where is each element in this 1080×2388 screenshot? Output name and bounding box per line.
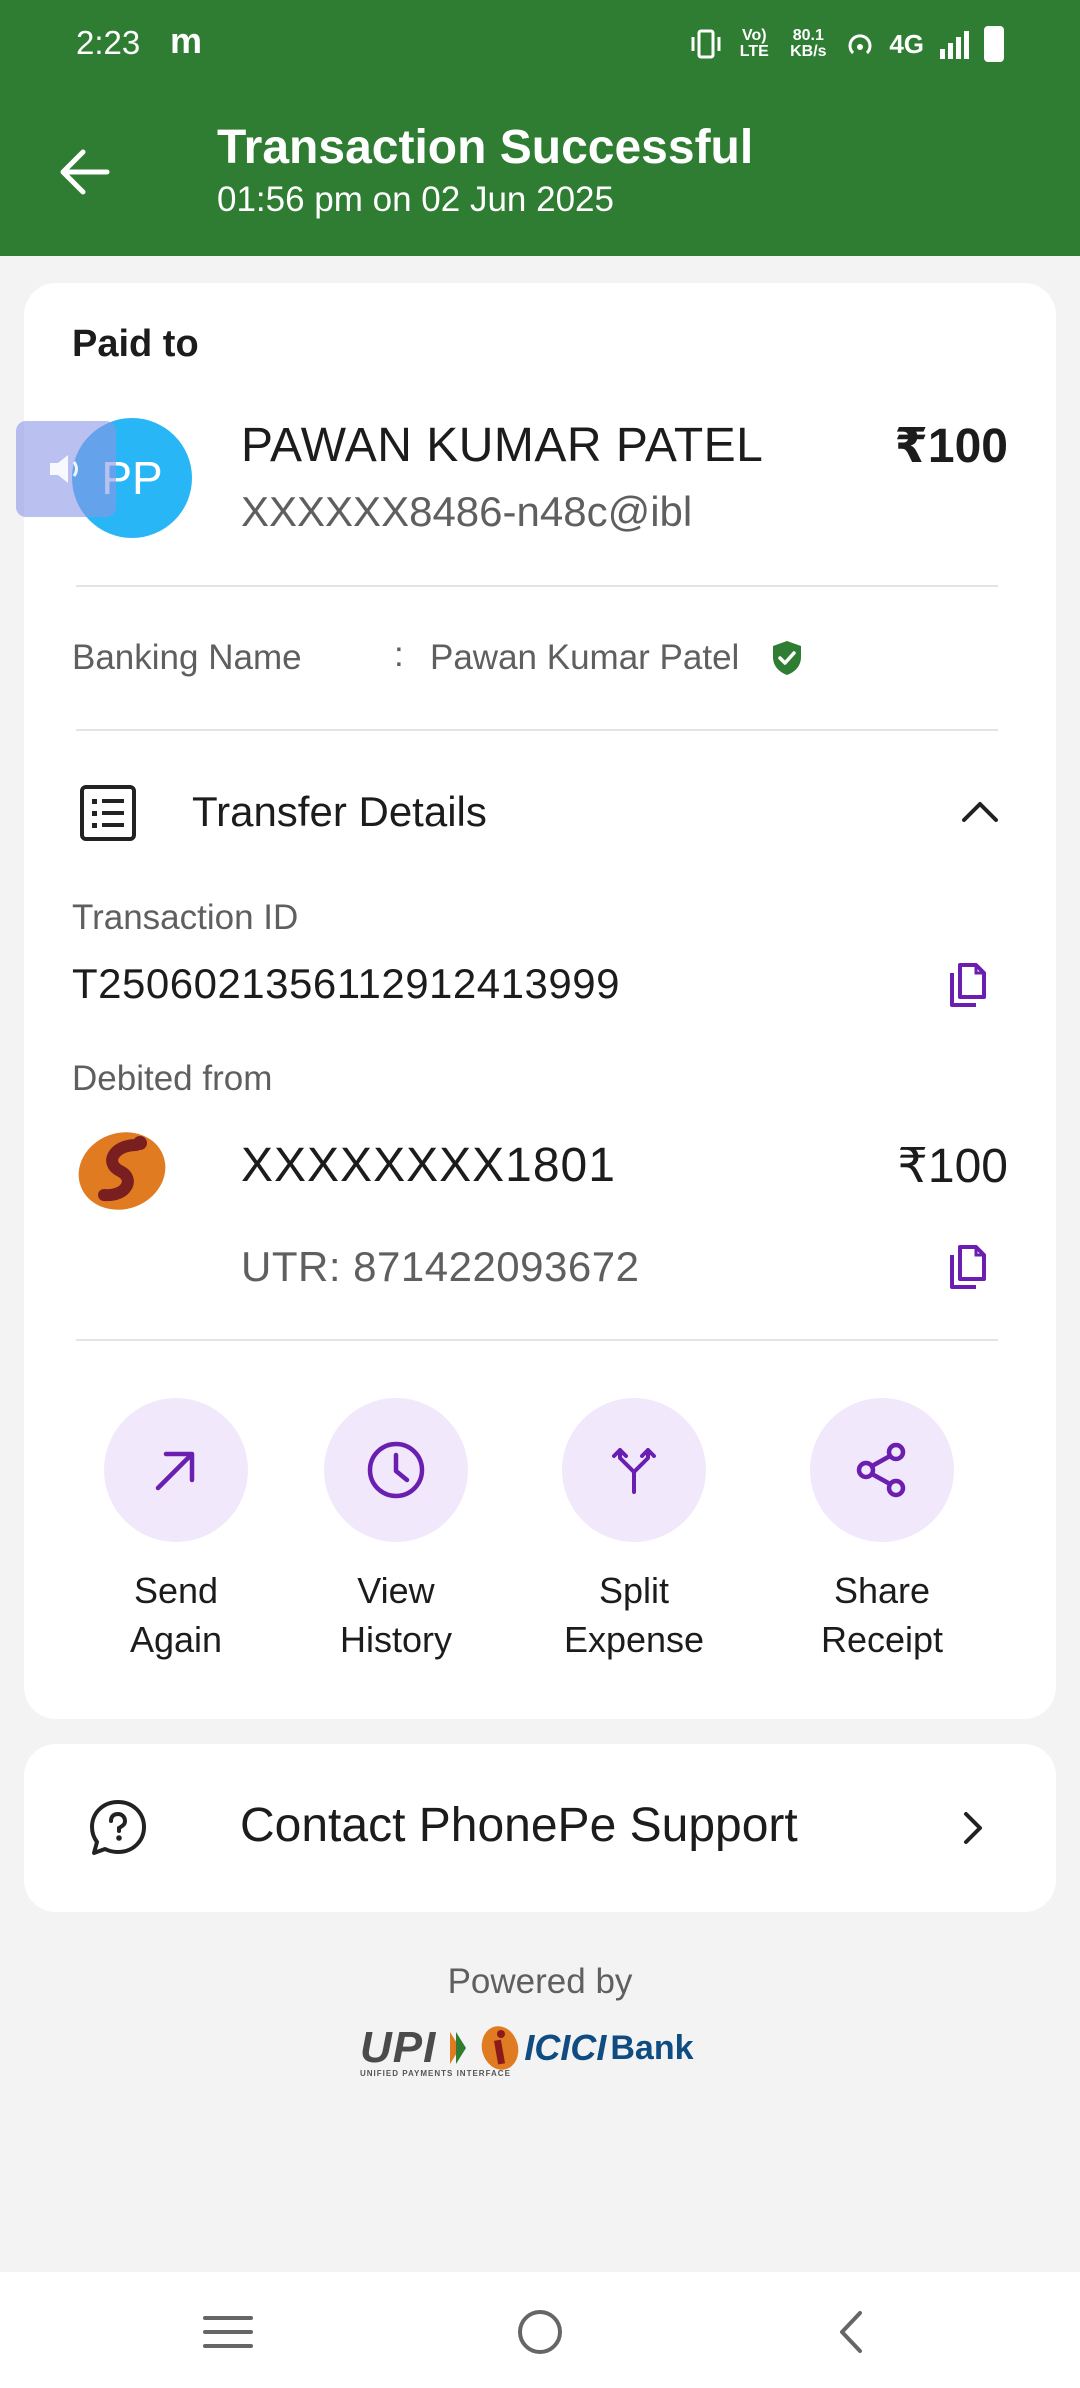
view-history-line2: History	[339, 1619, 452, 1660]
debit-amount: ₹100	[897, 1140, 1008, 1193]
share-icon	[856, 1442, 906, 1498]
back-button[interactable]	[52, 140, 116, 204]
hotspot-icon	[848, 34, 872, 55]
send-again-label: Send Again	[66, 1566, 286, 1664]
recent-apps-button[interactable]	[198, 2302, 258, 2362]
network-speed: 80.1 KB/s	[790, 27, 827, 60]
copy-utr-icon[interactable]	[944, 1243, 992, 1291]
paid-amount: ₹100	[894, 420, 1008, 473]
menu-icon	[203, 2316, 253, 2348]
network-type: 4G	[889, 28, 924, 59]
banking-name-label: Banking Name	[72, 638, 302, 677]
status-icons: Vo) LTE 80.1 KB/s 4G	[689, 24, 1004, 64]
notification-icon: m	[170, 20, 203, 61]
share-receipt-circle[interactable]	[810, 1398, 954, 1542]
upi-logo: UPI UNIFIED PAYMENTS INTERFACE	[360, 2023, 510, 2078]
transaction-card: Paid to PP PAWAN KUMAR PATEL XXXXXX8486-…	[16, 283, 1056, 1719]
upi-logo-text: UPI	[360, 2023, 437, 2072]
home-button[interactable]	[510, 2302, 570, 2362]
send-again-line2: Again	[129, 1619, 223, 1660]
split-expense-line2: Expense	[563, 1619, 705, 1660]
transaction-id-value: T2506021356112912413999	[72, 960, 620, 1007]
status-time: 2:23	[76, 24, 141, 61]
debit-account-number: XXXXXXXX1801	[241, 1139, 616, 1192]
send-again-circle[interactable]	[104, 1398, 248, 1542]
utr-number: UTR: 871422093672	[241, 1243, 640, 1290]
payee-vpa: XXXXXX8486-n48c@ibl	[241, 488, 693, 535]
chevron-up-icon[interactable]	[956, 788, 1004, 836]
page-title: Transaction Successful	[217, 121, 754, 174]
icici-bank-text: Bank	[610, 2028, 694, 2067]
upi-arrow-icon	[450, 2032, 467, 2064]
view-history-label: View History	[286, 1566, 506, 1664]
battery-icon	[984, 26, 1004, 62]
view-history-line1: View	[357, 1570, 435, 1611]
clock-icon	[367, 1441, 425, 1499]
share-receipt-line2: Receipt	[820, 1619, 944, 1660]
volume-icon	[50, 455, 78, 483]
arrow-left-icon	[60, 149, 110, 195]
payee-name: PAWAN KUMAR PATEL	[241, 419, 764, 472]
transaction-id-label: Transaction ID	[72, 898, 299, 937]
header: 2:23 m Vo) LTE 80.1 KB/s 4G Transaction …	[0, 0, 1080, 256]
volte-indicator: Vo) LTE	[739, 27, 769, 60]
verified-shield-icon	[773, 641, 801, 675]
paid-to-label: Paid to	[72, 323, 199, 365]
split-expense-circle[interactable]	[562, 1398, 706, 1542]
partner-logos: UPI UNIFIED PAYMENTS INTERFACE ICICI Ban…	[360, 2018, 720, 2078]
debited-from-label: Debited from	[72, 1059, 273, 1098]
powered-by-label: Powered by	[447, 1962, 633, 2001]
share-receipt-label: Share Receipt	[772, 1566, 992, 1664]
view-history-button[interactable]: View History	[286, 1398, 506, 1664]
icici-bank-logo: ICICI Bank	[480, 2024, 694, 2072]
icici-i-icon	[482, 2026, 519, 2070]
divider	[76, 1339, 998, 1341]
upi-logo-subtext: UNIFIED PAYMENTS INTERFACE	[360, 2069, 511, 2078]
icici-text: ICICI	[524, 2027, 607, 2068]
divider	[76, 729, 998, 731]
system-back-button[interactable]	[820, 2302, 880, 2362]
home-circle-icon	[518, 2310, 562, 2354]
banking-name-colon: :	[394, 635, 404, 674]
contact-support-label: Contact PhonePe Support	[240, 1799, 798, 1852]
split-expense-button[interactable]: Split Expense	[524, 1398, 744, 1664]
split-expense-label: Split Expense	[524, 1566, 744, 1664]
send-again-button[interactable]: Send Again	[66, 1398, 286, 1664]
icici-bank-logo-icon	[78, 1132, 166, 1210]
view-history-circle[interactable]	[324, 1398, 468, 1542]
split-expense-line1: Split	[598, 1570, 670, 1611]
vibrate-icon	[691, 29, 721, 59]
chevron-right-icon	[964, 1812, 982, 1844]
divider	[76, 585, 998, 587]
split-icon	[612, 1448, 656, 1494]
status-bar: 2:23 m Vo) LTE 80.1 KB/s 4G	[0, 0, 1080, 90]
transaction-timestamp: 01:56 pm on 02 Jun 2025	[217, 180, 614, 219]
chevron-left-icon	[840, 2311, 862, 2353]
copy-transaction-id-icon[interactable]	[944, 961, 992, 1009]
arrow-up-right-icon	[155, 1451, 195, 1491]
help-chat-icon	[90, 1800, 146, 1855]
contact-support-button[interactable]: Contact PhonePe Support	[24, 1744, 1056, 1912]
send-again-line1: Send	[133, 1570, 219, 1611]
system-nav-bar	[0, 2272, 1080, 2388]
share-receipt-button[interactable]: Share Receipt	[772, 1398, 992, 1664]
transfer-details-label: Transfer Details	[192, 788, 487, 835]
receipt-list-icon	[80, 785, 136, 841]
share-receipt-line1: Share	[833, 1570, 931, 1611]
volume-overlay-button[interactable]	[16, 421, 116, 517]
signal-icon	[940, 31, 969, 59]
banking-name-value: Pawan Kumar Patel	[430, 638, 740, 677]
